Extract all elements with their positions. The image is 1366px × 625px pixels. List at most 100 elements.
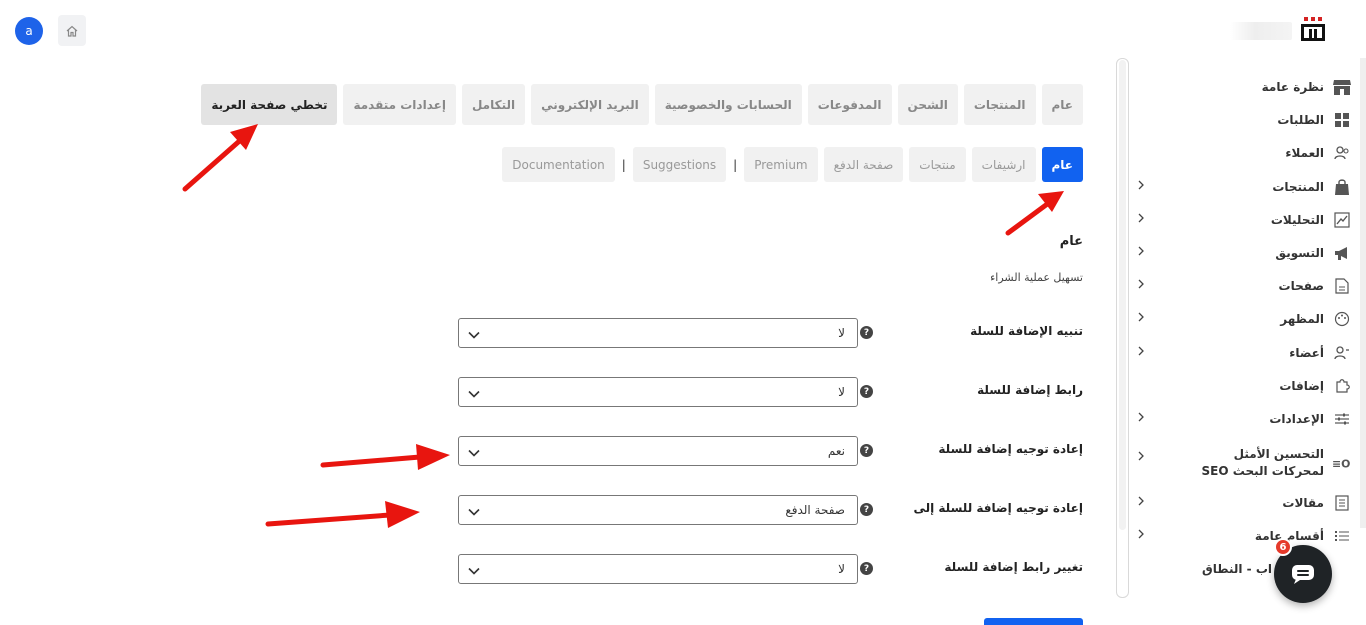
sidebar-item-partial[interactable]: اب - النطاق: [1202, 562, 1272, 576]
sidebar-item[interactable]: إضافات: [1137, 374, 1352, 398]
chevron-right-icon[interactable]: [1137, 346, 1145, 359]
settings-tabs: عام المنتجات الشحن المدفوعات الحسابات والخصو…: [201, 84, 1083, 125]
select-value: لا: [838, 326, 845, 340]
sidebar-item-label: التسويق: [1275, 246, 1324, 260]
svg-text:≡O: ≡O: [1332, 458, 1350, 470]
sidebar-item[interactable]: المنتجات: [1137, 175, 1352, 199]
store-logo-icon[interactable]: [1300, 16, 1326, 42]
sidebar-item[interactable]: صفحات: [1137, 274, 1352, 298]
setting-select[interactable]: لا: [458, 554, 858, 584]
sidebar-item[interactable]: التحليلات: [1137, 208, 1352, 232]
arrow-to-redirect-field: [320, 444, 450, 470]
sidebar-item[interactable]: التسويق: [1137, 241, 1352, 265]
sidebar-item[interactable]: العملاء: [1137, 141, 1352, 165]
subtab[interactable]: ارشيفات: [971, 147, 1036, 182]
sidebar-item-label: نظرة عامة: [1261, 80, 1324, 94]
subtab-separator: |: [733, 157, 738, 172]
select-value: نعم: [827, 444, 845, 458]
tab[interactable]: تخطي صفحة العربة: [201, 84, 338, 125]
home-button[interactable]: [58, 15, 86, 46]
setting-select[interactable]: لا: [458, 377, 858, 407]
subtab[interactable]: منتجات: [909, 147, 966, 182]
store-name: [1230, 22, 1292, 40]
chevron-right-icon[interactable]: [1137, 279, 1145, 292]
sidebar-item[interactable]: الإعدادات: [1137, 407, 1352, 431]
sidebar-item-label: مقالات: [1282, 496, 1324, 510]
members-icon: [1332, 343, 1352, 363]
setting-row: إعادة توجيه إضافة للسلة إلى? صفحة الدفع: [458, 495, 1083, 525]
setting-select[interactable]: صفحة الدفع: [458, 495, 858, 525]
tab[interactable]: الحسابات والخصوصية: [654, 84, 802, 125]
help-icon[interactable]: ?: [860, 385, 873, 398]
setting-label: تغيير رابط إضافة للسلة: [944, 560, 1083, 574]
setting-label: إعادة توجيه إضافة للسلة إلى: [913, 501, 1083, 515]
sidebar-item[interactable]: الطلبات: [1137, 108, 1352, 132]
chevron-right-icon[interactable]: [1137, 451, 1145, 464]
settings-subtabs: عام ارشيفات منتجات صفحة الدفع Premium | Sugges…: [502, 147, 1083, 182]
sidebar-item[interactable]: نظرة عامة: [1137, 75, 1352, 99]
sidebar-item[interactable]: ≡O التحسين الأمثل لمحركات البحث SEO: [1137, 446, 1352, 480]
seo-icon: ≡O: [1332, 453, 1352, 473]
subtab[interactable]: Premium: [744, 147, 818, 182]
help-icon[interactable]: ?: [860, 562, 873, 575]
chart-icon: [1332, 210, 1352, 230]
chevron-right-icon[interactable]: [1137, 180, 1145, 193]
chevron-right-icon[interactable]: [1137, 312, 1145, 325]
sidebar-item[interactable]: مقالات: [1137, 491, 1352, 515]
sidebar-item-label: العملاء: [1285, 146, 1324, 160]
sidebar-item[interactable]: المظهر: [1137, 307, 1352, 331]
chevron-right-icon[interactable]: [1137, 246, 1145, 259]
tab[interactable]: إعدادات متقدمة: [343, 84, 456, 125]
tab[interactable]: المدفوعات: [807, 84, 892, 125]
bag-icon: [1332, 177, 1352, 197]
subtab[interactable]: عام: [1041, 147, 1083, 182]
tab[interactable]: الشحن: [897, 84, 958, 125]
subtab[interactable]: صفحة الدفع: [823, 147, 904, 182]
sidebar-item-label: إضافات: [1279, 379, 1324, 393]
chevron-right-icon[interactable]: [1137, 412, 1145, 425]
tab[interactable]: البريد الإلكتروني: [531, 84, 649, 125]
setting-select[interactable]: نعم: [458, 436, 858, 466]
select-value: لا: [838, 562, 845, 576]
megaphone-icon: [1332, 243, 1352, 263]
sidebar-item[interactable]: أعضاء: [1137, 341, 1352, 365]
sidebar-item[interactable]: أقسام عامة: [1137, 524, 1352, 548]
help-icon[interactable]: ?: [860, 326, 873, 339]
setting-row: إعادة توجيه إضافة للسلة? نعم: [458, 436, 1083, 466]
tab[interactable]: التكامل: [461, 84, 526, 125]
subtab[interactable]: Suggestions: [632, 147, 727, 182]
chevron-right-icon[interactable]: [1137, 529, 1145, 542]
puzzle-icon: [1332, 376, 1352, 396]
select-value: لا: [838, 385, 845, 399]
save-button[interactable]: [984, 618, 1083, 625]
list-icon: [1332, 526, 1352, 546]
setting-label: إعادة توجيه إضافة للسلة: [938, 442, 1083, 456]
chat-icon: [1292, 565, 1314, 584]
setting-label: تنبيه الإضافة للسلة: [970, 324, 1083, 338]
sidebar-scrollbar[interactable]: [1116, 58, 1129, 598]
help-icon[interactable]: ?: [860, 444, 873, 457]
chevron-down-icon: [468, 446, 480, 460]
sidebar-item-label: الإعدادات: [1269, 412, 1324, 426]
user-avatar[interactable]: a: [15, 17, 43, 45]
sidebar-item-label: صفحات: [1278, 279, 1324, 293]
subtab[interactable]: Documentation: [502, 147, 615, 182]
tab[interactable]: المنتجات: [963, 84, 1036, 125]
chevron-right-icon[interactable]: [1137, 213, 1145, 226]
help-icon[interactable]: ?: [860, 503, 873, 516]
chevron-right-icon[interactable]: [1137, 496, 1145, 509]
setting-select[interactable]: لا: [458, 318, 858, 348]
select-value: صفحة الدفع: [785, 503, 845, 517]
chevron-down-icon: [468, 328, 480, 342]
chat-unread-badge: 6: [1274, 538, 1292, 556]
home-icon: [66, 25, 78, 37]
store-icon: [1332, 77, 1352, 97]
sidebar-item-label: المظهر: [1280, 312, 1324, 326]
tab[interactable]: عام: [1041, 84, 1083, 125]
chevron-down-icon: [468, 564, 480, 578]
chevron-down-icon: [468, 505, 480, 519]
setting-row: تنبيه الإضافة للسلة? لا: [458, 318, 1083, 348]
section-title: عام: [1059, 234, 1083, 249]
page-scrollbar[interactable]: [1360, 58, 1366, 528]
subtab-separator: |: [621, 157, 626, 172]
